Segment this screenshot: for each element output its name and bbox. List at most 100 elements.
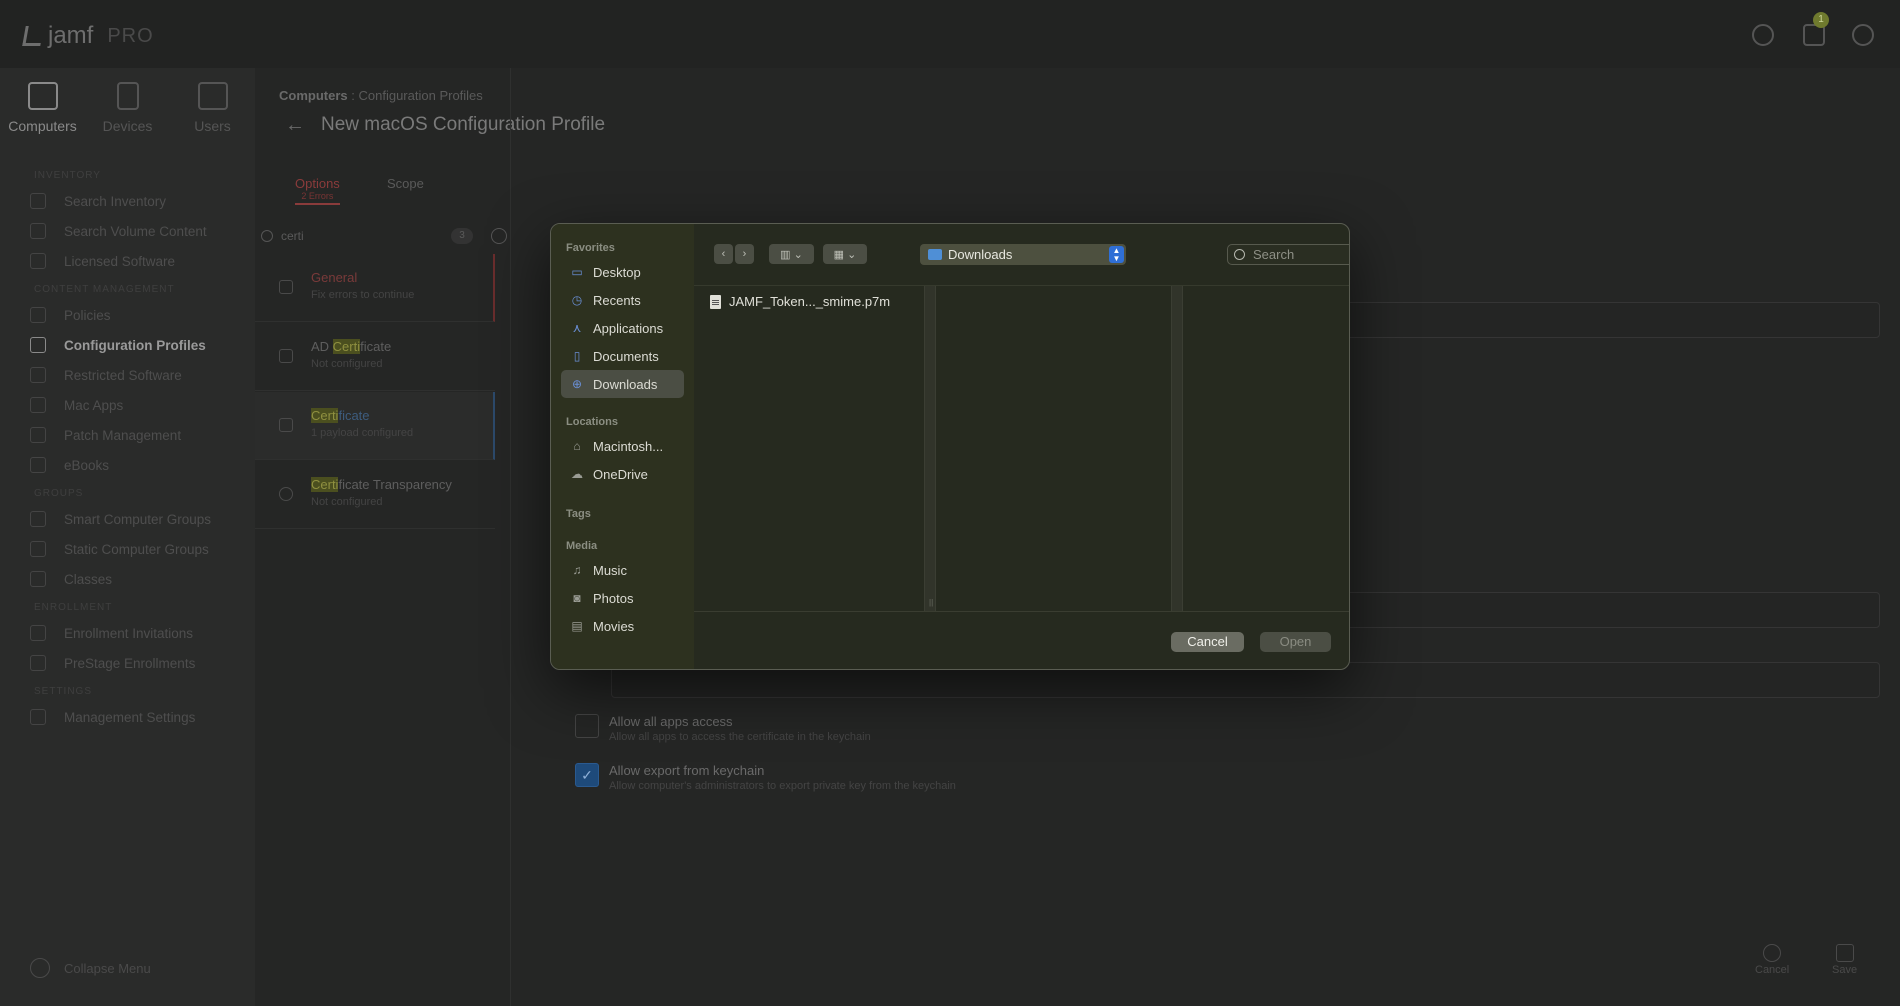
user-icon[interactable] — [1752, 24, 1774, 46]
allow-export-checkbox[interactable]: ✓ — [575, 763, 599, 787]
nav-item-search-inventory[interactable]: Search Inventory — [0, 186, 255, 216]
sidebar-item-movies[interactable]: ▤ Movies — [561, 612, 684, 640]
device-icon — [116, 82, 139, 110]
download-icon: ⊕ — [571, 377, 583, 391]
nav-item-configuration-profiles[interactable]: Configuration Profiles — [0, 330, 255, 360]
group-icon — [30, 541, 46, 557]
save-button[interactable]: Save — [1832, 944, 1857, 976]
breadcrumb-root[interactable]: Computers — [279, 88, 348, 103]
nav-item-static-groups[interactable]: Static Computer Groups — [0, 534, 255, 564]
nav-item-ebooks[interactable]: eBooks — [0, 450, 255, 480]
gear-icon[interactable] — [1852, 24, 1874, 46]
nav-item-label: eBooks — [64, 457, 110, 473]
dialog-cancel-button[interactable]: Cancel — [1171, 632, 1244, 652]
back-arrow-icon[interactable]: ← — [285, 114, 305, 137]
collapse-icon — [30, 958, 50, 978]
clear-search-icon[interactable] — [491, 228, 507, 244]
group-button[interactable]: ▦ ⌄ — [823, 244, 867, 264]
back-button[interactable]: ‹ — [714, 244, 733, 264]
dialog-open-button[interactable]: Open — [1260, 632, 1331, 652]
sidebar-item-desktop[interactable]: ▭ Desktop — [561, 258, 684, 286]
nav-section-inventory: INVENTORY — [34, 170, 101, 181]
group-icon — [30, 511, 46, 527]
cancel-button[interactable]: Cancel — [1755, 944, 1789, 976]
nav-item-label: Restricted Software — [64, 367, 182, 383]
file-item[interactable]: JAMF_Token..._smime.p7m — [710, 294, 890, 309]
payload-subtitle: Not configured — [311, 358, 383, 370]
sidebar-item-music[interactable]: ♫ Music — [561, 556, 684, 584]
payload-certificate[interactable]: Certificate 1 payload configured — [255, 392, 495, 460]
nav-item-restricted-software[interactable]: Restricted Software — [0, 360, 255, 390]
clock-icon: ◷ — [571, 293, 583, 307]
file-column-3 — [1183, 286, 1349, 611]
tab-scope[interactable]: Scope — [387, 176, 424, 191]
document-icon — [710, 294, 721, 309]
sidebar-item-label: Documents — [593, 348, 659, 364]
sidebar-item-downloads[interactable]: ⊕ Downloads — [561, 370, 684, 398]
nav-section-content: CONTENT MANAGEMENT — [34, 284, 175, 295]
nav-tab-computers[interactable]: Computers — [0, 82, 85, 134]
dialog-sidebar: Favorites ▭ Desktop ◷ Recents ⋏ Application… — [551, 224, 694, 669]
view-mode-button[interactable]: ▥ ⌄ — [769, 244, 814, 264]
nav-item-enrollment-invitations[interactable]: Enrollment Invitations — [0, 618, 255, 648]
payload-certificate-transparency[interactable]: Certificate Transparency Not configured — [255, 461, 495, 529]
general-icon — [279, 280, 293, 294]
location-popup[interactable]: Downloads ▲ ▼ — [920, 244, 1126, 265]
nav-tab-users[interactable]: Users — [170, 82, 255, 134]
nav-item-management-settings[interactable]: Management Settings — [0, 702, 255, 732]
sidebar-item-onedrive[interactable]: ☁ OneDrive — [561, 460, 684, 488]
sidebar-item-photos[interactable]: ◙ Photos — [561, 584, 684, 612]
chevron-right-icon: › — [742, 248, 747, 260]
sidebar-item-documents[interactable]: ▯ Documents — [561, 342, 684, 370]
column-resize-handle[interactable]: || — [924, 286, 936, 611]
sidebar-item-applications[interactable]: ⋏ Applications — [561, 314, 684, 342]
nav-item-prestage[interactable]: PreStage Enrollments — [0, 648, 255, 678]
sidebar-item-macintosh-hd[interactable]: ⌂ Macintosh... — [561, 432, 684, 460]
nav-item-policies[interactable]: Policies — [0, 300, 255, 330]
nav-item-search-volume[interactable]: Search Volume Content — [0, 216, 255, 246]
nav-item-patch-management[interactable]: Patch Management — [0, 420, 255, 450]
sidebar-item-label: Applications — [593, 320, 664, 336]
dialog-footer: Cancel Open — [694, 611, 1349, 669]
brand-suffix: PRO — [107, 24, 154, 47]
sidebar-item-recents[interactable]: ◷ Recents — [561, 286, 684, 314]
brand-name: jamf — [48, 22, 94, 49]
breadcrumb-current[interactable]: Configuration Profiles — [359, 88, 483, 103]
check-circle-icon — [279, 487, 293, 501]
nav-tab-label: Devices — [102, 118, 153, 134]
allow-apps-access-row[interactable]: Allow all apps access Allow all apps to … — [575, 714, 871, 743]
locations-heading: Locations — [566, 416, 618, 428]
nav-item-classes[interactable]: Classes — [0, 564, 255, 594]
cloud-icon: ☁ — [571, 467, 583, 481]
invitation-icon — [30, 625, 46, 641]
allow-export-row[interactable]: ✓ Allow export from keychain Allow compu… — [575, 763, 956, 792]
chevron-left-icon: ‹ — [721, 248, 726, 260]
search-icon — [1234, 249, 1245, 260]
payload-general[interactable]: General Fix errors to continue — [255, 254, 495, 322]
nav-item-smart-groups[interactable]: Smart Computer Groups — [0, 504, 255, 534]
location-label: Downloads — [948, 247, 1013, 262]
certificate-name-field[interactable] — [1335, 302, 1880, 338]
nav-tab-label: Computers — [8, 118, 77, 134]
tab-options[interactable]: Options 2 Errors — [295, 176, 340, 205]
nav-item-mac-apps[interactable]: Mac Apps — [0, 390, 255, 420]
payload-ad-certificate[interactable]: AD Certificate Not configured — [255, 323, 495, 391]
computer-icon — [27, 82, 58, 110]
allow-apps-checkbox[interactable] — [575, 714, 599, 738]
column-resize-handle[interactable] — [1171, 286, 1183, 611]
nav-tab-devices[interactable]: Devices — [85, 82, 170, 134]
nav-tabs: Computers Devices Users — [0, 68, 255, 134]
save-icon — [1835, 944, 1854, 962]
chevron-up-down-icon: ▲ ▼ — [1109, 246, 1124, 263]
collapse-menu-button[interactable]: Collapse Menu — [30, 958, 151, 978]
sidebar-item-label: Recents — [593, 292, 641, 308]
nav-item-label: Classes — [64, 571, 113, 587]
dialog-search-field[interactable]: Search — [1227, 244, 1349, 265]
forward-button[interactable]: › — [735, 244, 754, 264]
file-open-dialog: Favorites ▭ Desktop ◷ Recents ⋏ Application… — [550, 223, 1350, 670]
payload-search-input[interactable]: certi — [281, 229, 304, 243]
password-field[interactable] — [1335, 592, 1880, 628]
nav-item-licensed-software[interactable]: Licensed Software — [0, 246, 255, 276]
payload-search[interactable]: certi 3 — [261, 224, 507, 248]
nav-item-label: Search Volume Content — [64, 223, 207, 239]
